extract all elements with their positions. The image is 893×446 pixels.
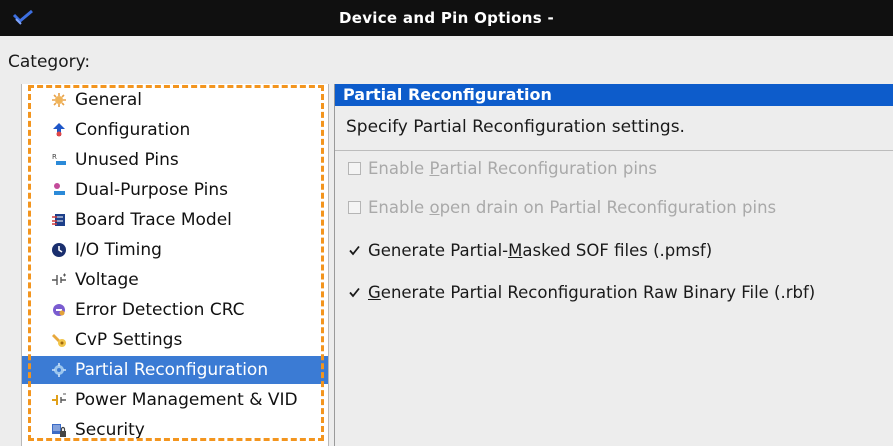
option-checkbox-row[interactable]: Generate Partial Reconfiguration Raw Bin… (348, 280, 815, 304)
checkbox-unchecked (348, 200, 361, 214)
general-icon (51, 92, 67, 108)
window-title: Device and Pin Options - (339, 9, 554, 27)
category-item-label: Power Management & VID (75, 390, 298, 410)
option-label: enerate Partial Reconfiguration Raw Bina… (380, 282, 816, 302)
configuration-icon (51, 122, 67, 138)
option-checkbox-row: Enable o pen drain on Partial Reconfigura… (348, 195, 776, 219)
category-item[interactable]: Voltage (22, 266, 328, 294)
checkbox-checked[interactable] (348, 244, 361, 257)
option-mnemonic: o (429, 197, 440, 217)
option-mnemonic: G (368, 282, 381, 302)
option-mnemonic: M (508, 240, 523, 260)
cvp-settings-icon (51, 332, 67, 348)
partial-reconfiguration-icon (51, 362, 67, 378)
option-label: Generate Partial- (368, 240, 509, 260)
svg-text:R: R (52, 153, 57, 161)
title-bar: Device and Pin Options - (0, 0, 893, 36)
category-item-label: Board Trace Model (75, 210, 232, 230)
security-icon (51, 422, 67, 438)
category-item[interactable]: Partial Reconfiguration (22, 356, 328, 384)
option-label: asked SOF files (.pmsf) (522, 240, 713, 260)
category-item-label: I/O Timing (75, 240, 162, 260)
category-item[interactable]: I/O Timing (22, 236, 328, 264)
error-detection-crc-icon (51, 302, 67, 318)
category-item-label: Security (75, 420, 145, 440)
option-label: artial Reconfiguration pins (439, 158, 657, 178)
checkbox-checked[interactable] (348, 286, 361, 299)
option-checkbox-row: Enable Partial Reconfiguration pins (348, 156, 657, 180)
checkbox-unchecked (348, 161, 361, 175)
power-management-icon (51, 392, 67, 408)
category-item-label: General (75, 90, 142, 110)
category-item-label: Unused Pins (75, 150, 179, 170)
voltage-icon (51, 272, 67, 288)
board-trace-model-icon (51, 212, 67, 228)
category-item[interactable]: CvP Settings (22, 326, 328, 354)
category-item[interactable]: Board Trace Model (22, 206, 328, 234)
category-label: Category: (8, 52, 91, 72)
category-item-label: Error Detection CRC (75, 300, 245, 320)
dialog-body: Category: General Configuration R Unused Pi… (0, 36, 893, 446)
category-item-label: Configuration (75, 120, 191, 140)
category-item[interactable]: Error Detection CRC (22, 296, 328, 324)
option-label: pen drain on Partial Reconfiguration pin… (439, 197, 777, 217)
category-item-label: Dual-Purpose Pins (75, 180, 228, 200)
category-item[interactable]: Dual-Purpose Pins (22, 176, 328, 204)
category-list[interactable]: General Configuration R Unused Pins Dual-Pur… (21, 84, 329, 446)
category-item[interactable]: Security (22, 416, 328, 444)
category-item-label: Partial Reconfiguration (75, 360, 269, 380)
divider (335, 150, 893, 151)
option-label: Enable (368, 158, 430, 178)
section-description: Specify Partial Reconfiguration settings… (346, 117, 685, 137)
section-header: Partial Reconfiguration (335, 84, 893, 106)
dual-purpose-pins-icon (51, 182, 67, 198)
category-item[interactable]: Power Management & VID (22, 386, 328, 414)
option-mnemonic: P (429, 158, 440, 178)
category-item-label: CvP Settings (75, 330, 183, 350)
option-checkbox-row[interactable]: Generate Partial- Masked SOF files (.pmsf… (348, 238, 712, 262)
settings-panel: Partial Reconfiguration Specify Partial … (334, 84, 893, 446)
unused-pins-icon: R (51, 152, 67, 168)
category-item[interactable]: Configuration (22, 116, 328, 144)
option-label: Enable (368, 197, 430, 217)
io-timing-icon (51, 242, 67, 258)
category-item[interactable]: General (22, 86, 328, 114)
category-item[interactable]: R Unused Pins (22, 146, 328, 174)
category-item-label: Voltage (75, 270, 139, 290)
